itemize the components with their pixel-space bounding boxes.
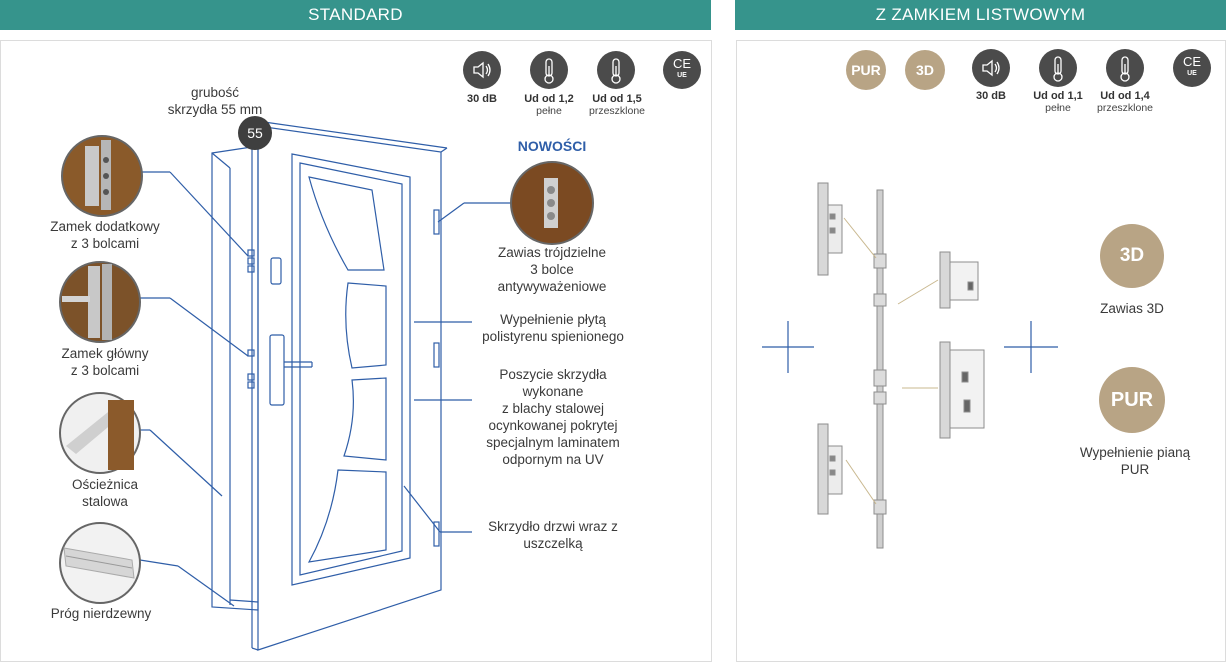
handle-plate [269,334,285,406]
icon-caption: Ud od 1,1 pełne [1033,90,1083,114]
filling-label: Wypełnienie płytą polistyrenu spienionego [482,312,624,344]
extra-lock-label: Zamek dodatkowy z 3 bolcami [50,219,160,251]
frame-label: Ościeżnica stalowa [71,477,139,509]
icon-caption: 30 dB [467,93,497,105]
speaker-icon [972,49,1010,87]
ce-mark-icon: CE UE [1173,49,1211,87]
icon-caption: 30 dB [976,90,1006,102]
3d-hinge-badge: 3D [1100,224,1164,288]
extra-lock-plate [270,257,282,285]
door-frame [211,145,259,611]
ce-mark-icon: CE UE [663,51,701,89]
thermometer-icon [597,51,635,89]
thickness-label: grubość skrzydła 55 mm [167,85,263,117]
hinge-label: Zawias trójdzielne 3 bolce antywyważeniowe [497,245,607,294]
plus-separators [762,321,1058,373]
threshold-thumbnail [59,522,141,604]
icon-caption: Ud od 1,2 pełne [524,93,574,117]
cladding-label: Poszycie skrzydła wykonane z blachy stalow… [486,367,620,467]
main-lock-label: Zamek główny z 3 bolcami [61,346,149,378]
pur-filling-badge: PUR [1099,367,1165,433]
thermometer-icon [1106,49,1144,87]
glass-segment-2 [345,282,387,369]
pur-filling-label: Wypełnienie pianą PUR [1079,445,1191,477]
hinge-thumbnail [510,161,594,245]
speaker-icon [463,51,501,89]
threshold-label: Próg nierdzewny [50,606,152,621]
glass-segment-4 [307,469,387,563]
thermometer-icon [530,51,568,89]
glass-segment-3 [343,377,387,461]
leaf-label: Skrzydło drzwi wraz z uszczelką [488,519,618,551]
icon-caption: Ud od 1,4 przeszklone [1096,90,1154,114]
main-lock-thumbnail [59,261,141,343]
new-label: NOWOŚCI [517,138,587,154]
multipoint-lock [817,182,985,549]
3d-badge: 3D [905,50,945,90]
thermometer-icon [1039,49,1077,87]
3d-hinge-label: Zawias 3D [1100,301,1164,316]
pur-badge: PUR [846,50,886,90]
frame-thumbnail [59,392,141,474]
glass-segment-1 [308,176,385,271]
extra-lock-thumbnail [61,135,143,217]
thickness-badge: 55 [238,116,272,150]
icon-caption: Ud od 1,5 przeszklone [588,93,646,117]
